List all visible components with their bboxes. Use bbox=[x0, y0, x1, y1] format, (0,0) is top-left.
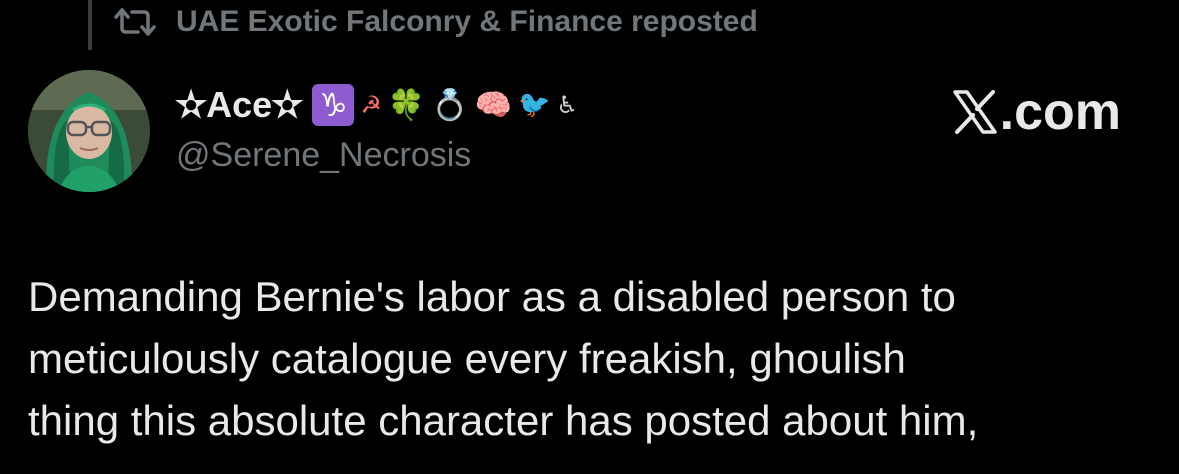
avatar-photo bbox=[28, 70, 150, 192]
repost-indicator[interactable]: UAE Exotic Falconry & Finance reposted bbox=[114, 2, 758, 42]
repost-icon bbox=[114, 8, 156, 36]
avatar[interactable] bbox=[28, 70, 150, 192]
hammer-sickle-icon: ☭ bbox=[360, 91, 382, 119]
tweet-text: Demanding Bernie's labor as a disabled p… bbox=[28, 273, 979, 444]
watermark-domain: .com bbox=[999, 83, 1121, 141]
thread-connector-line bbox=[88, 0, 92, 50]
wheelchair-icon: ♿ bbox=[556, 91, 578, 119]
display-name[interactable]: ✫Ace✫ bbox=[176, 84, 302, 126]
author-block: ✫Ace✫ ♑ ☭ 🍀 💍 🧠 🐦 ♿ @Serene_Necrosis bbox=[176, 80, 578, 175]
bird-icon: 🐦 bbox=[517, 90, 551, 120]
x-watermark: .com bbox=[952, 82, 1121, 142]
repost-label: UAE Exotic Falconry & Finance reposted bbox=[176, 5, 758, 38]
brain-icon: 🧠 bbox=[474, 87, 512, 123]
display-name-row: ✫Ace✫ ♑ ☭ 🍀 💍 🧠 🐦 ♿ bbox=[176, 80, 578, 130]
author-handle[interactable]: @Serene_Necrosis bbox=[176, 136, 578, 175]
capricorn-icon: ♑ bbox=[312, 84, 355, 126]
x-logo-icon bbox=[952, 90, 997, 134]
ring-icon: 💍 bbox=[431, 87, 469, 123]
clover-icon: 🍀 bbox=[387, 87, 426, 123]
